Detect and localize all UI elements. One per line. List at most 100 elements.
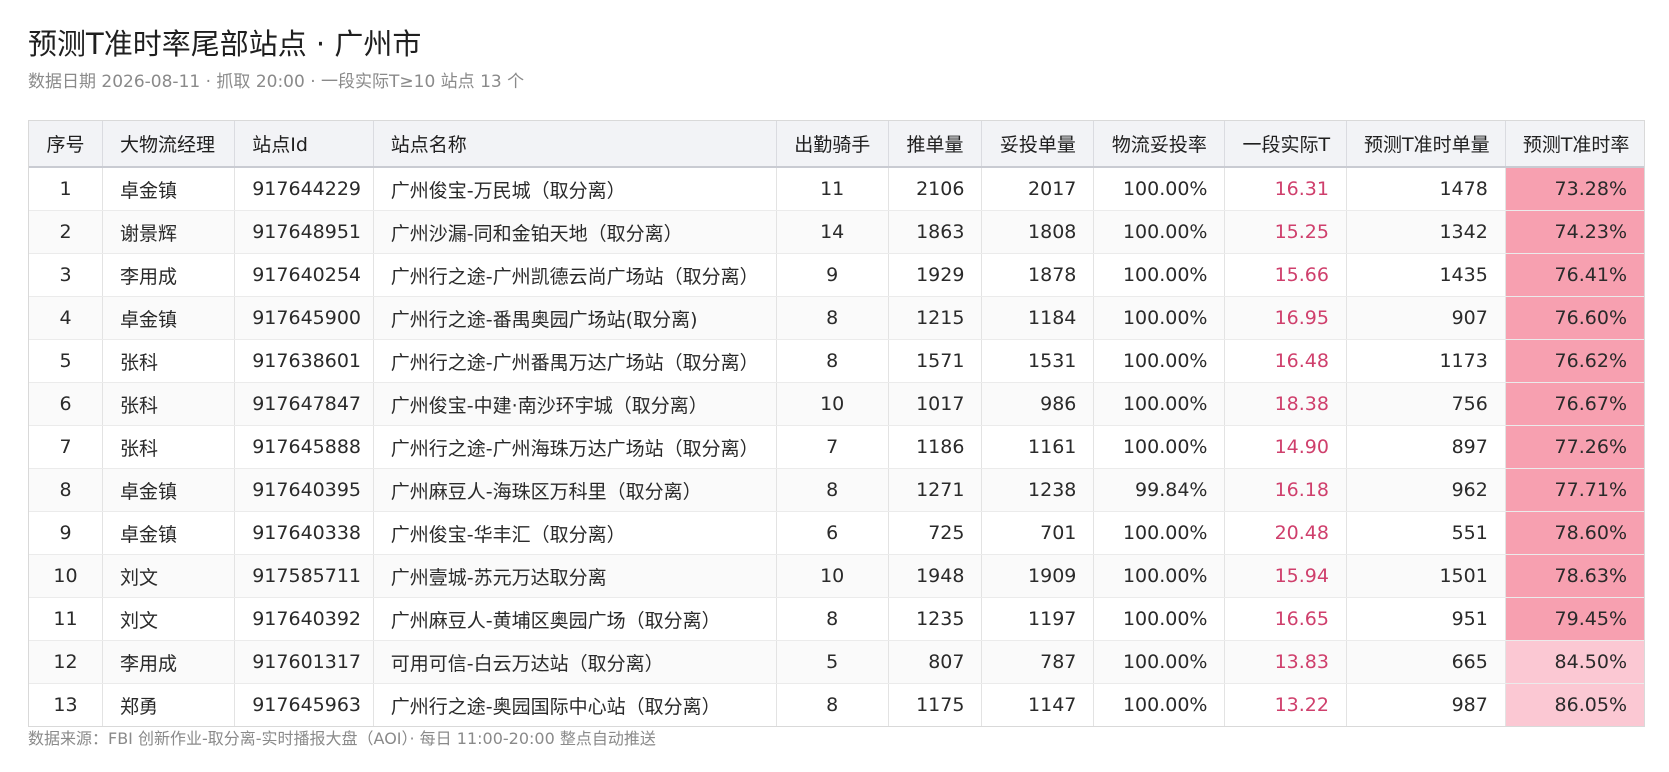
column-header-delivered-orders[interactable]: 妥投单量 bbox=[981, 121, 1095, 168]
table-row[interactable]: 13 郑勇 917645963 广州行之途-奥园国际中心站（取分离） 8 1175 1147… bbox=[29, 683, 1644, 726]
cell-riders: 8 bbox=[776, 468, 889, 512]
table-row[interactable]: 1 卓金镇 917644229 广州俊宝-万民城（取分离） 11 2106 2017 100.… bbox=[29, 167, 1644, 211]
cell-index: 1 bbox=[29, 167, 104, 211]
column-header-push-orders[interactable]: 推单量 bbox=[888, 121, 983, 168]
cell-riders: 9 bbox=[776, 253, 889, 297]
column-header-station-id[interactable]: 站点Id bbox=[234, 121, 374, 168]
cell-index: 7 bbox=[29, 425, 104, 469]
cell-station-name: 广州俊宝-中建·南沙环宇城（取分离） bbox=[373, 382, 777, 426]
cell-ontime-orders: 987 bbox=[1346, 683, 1506, 726]
cell-station-id: 917648951 bbox=[234, 210, 374, 254]
cell-station-id: 917640254 bbox=[234, 253, 374, 297]
cell-manager: 张科 bbox=[102, 339, 236, 383]
cell-push-orders: 1571 bbox=[888, 339, 983, 383]
cell-delivery-rate: 100.00% bbox=[1093, 683, 1226, 726]
cell-riders: 14 bbox=[776, 210, 889, 254]
cell-manager: 郑勇 bbox=[102, 683, 236, 726]
table-row[interactable]: 12 李用成 917601317 可用可信-白云万达站（取分离） 5 807 787 100.… bbox=[29, 640, 1644, 684]
cell-ontime-orders: 551 bbox=[1346, 511, 1506, 555]
column-header-station-name[interactable]: 站点名称 bbox=[373, 121, 777, 168]
cell-station-id: 917638601 bbox=[234, 339, 374, 383]
cell-delivered-orders: 787 bbox=[981, 640, 1095, 684]
table-row[interactable]: 5 张科 917638601 广州行之途-广州番禺万达广场站（取分离） 8 1571 153… bbox=[29, 339, 1644, 383]
cell-actual-t: 15.66 bbox=[1224, 253, 1347, 297]
table-row[interactable]: 7 张科 917645888 广州行之途-广州海珠万达广场站（取分离） 7 1186 116… bbox=[29, 425, 1644, 469]
station-table: 序号 大物流经理 站点Id 站点名称 出勤骑手 推单量 妥投单量 物流妥投率 一… bbox=[29, 121, 1644, 726]
cell-delivery-rate: 100.00% bbox=[1093, 554, 1226, 598]
cell-actual-t: 16.18 bbox=[1224, 468, 1347, 512]
cell-push-orders: 1863 bbox=[888, 210, 983, 254]
table-row[interactable]: 10 刘文 917585711 广州壹城-苏元万达取分离 10 1948 1909 100.0… bbox=[29, 554, 1644, 598]
cell-index: 3 bbox=[29, 253, 104, 297]
cell-station-id: 917640338 bbox=[234, 511, 374, 555]
cell-manager: 卓金镇 bbox=[102, 296, 236, 340]
cell-station-name: 广州俊宝-华丰汇（取分离） bbox=[373, 511, 777, 555]
cell-actual-t: 15.94 bbox=[1224, 554, 1347, 598]
column-header-ontime-rate[interactable]: 预测T准时率 bbox=[1505, 121, 1644, 168]
cell-ontime-orders: 1342 bbox=[1346, 210, 1506, 254]
cell-delivered-orders: 1238 bbox=[981, 468, 1095, 512]
cell-station-name: 广州俊宝-万民城（取分离） bbox=[373, 167, 777, 211]
cell-ontime-orders: 1478 bbox=[1346, 167, 1506, 211]
cell-push-orders: 1215 bbox=[888, 296, 983, 340]
column-header-actual-t[interactable]: 一段实际T bbox=[1224, 121, 1347, 168]
cell-push-orders: 1948 bbox=[888, 554, 983, 598]
column-header-ontime-orders[interactable]: 预测T准时单量 bbox=[1346, 121, 1506, 168]
table-row[interactable]: 9 卓金镇 917640338 广州俊宝-华丰汇（取分离） 6 725 701 100.00%… bbox=[29, 511, 1644, 555]
cell-ontime-rate: 78.63% bbox=[1505, 554, 1644, 598]
cell-actual-t: 14.90 bbox=[1224, 425, 1347, 469]
cell-index: 8 bbox=[29, 468, 104, 512]
column-header-index[interactable]: 序号 bbox=[29, 121, 104, 168]
cell-index: 4 bbox=[29, 296, 104, 340]
cell-station-id: 917647847 bbox=[234, 382, 374, 426]
table-row[interactable]: 3 李用成 917640254 广州行之途-广州凯德云尚广场站（取分离） 9 1929 18… bbox=[29, 253, 1644, 297]
cell-station-id: 917640395 bbox=[234, 468, 374, 512]
cell-manager: 谢景辉 bbox=[102, 210, 236, 254]
cell-delivered-orders: 986 bbox=[981, 382, 1095, 426]
cell-station-name: 广州行之途-广州番禺万达广场站（取分离） bbox=[373, 339, 777, 383]
cell-ontime-rate: 79.45% bbox=[1505, 597, 1644, 641]
cell-delivery-rate: 100.00% bbox=[1093, 296, 1226, 340]
cell-delivered-orders: 1184 bbox=[981, 296, 1095, 340]
column-header-delivery-rate[interactable]: 物流妥投率 bbox=[1093, 121, 1226, 168]
cell-ontime-rate: 76.67% bbox=[1505, 382, 1644, 426]
page-subtitle: 数据日期 2026-08-11 · 抓取 20:00 · 一段实际T≥10 站点… bbox=[28, 72, 525, 92]
cell-station-id: 917645900 bbox=[234, 296, 374, 340]
cell-ontime-orders: 951 bbox=[1346, 597, 1506, 641]
cell-delivered-orders: 1909 bbox=[981, 554, 1095, 598]
cell-ontime-rate: 73.28% bbox=[1505, 167, 1644, 211]
cell-delivered-orders: 1878 bbox=[981, 253, 1095, 297]
cell-push-orders: 1235 bbox=[888, 597, 983, 641]
cell-manager: 卓金镇 bbox=[102, 511, 236, 555]
table-row[interactable]: 6 张科 917647847 广州俊宝-中建·南沙环宇城（取分离） 10 1017 986 1… bbox=[29, 382, 1644, 426]
cell-push-orders: 1271 bbox=[888, 468, 983, 512]
cell-riders: 11 bbox=[776, 167, 889, 211]
cell-station-name: 广州行之途-广州海珠万达广场站（取分离） bbox=[373, 425, 777, 469]
column-header-manager[interactable]: 大物流经理 bbox=[102, 121, 236, 168]
table-row[interactable]: 2 谢景辉 917648951 广州沙漏-同和金铂天地（取分离） 14 1863 1808 1… bbox=[29, 210, 1644, 254]
cell-push-orders: 1929 bbox=[888, 253, 983, 297]
table-row[interactable]: 11 刘文 917640392 广州麻豆人-黄埔区奥园广场（取分离） 8 1235 1197… bbox=[29, 597, 1644, 641]
table-row[interactable]: 4 卓金镇 917645900 广州行之途-番禺奥园广场站(取分离) 8 1215 1184… bbox=[29, 296, 1644, 340]
table-row[interactable]: 8 卓金镇 917640395 广州麻豆人-海珠区万科里（取分离） 8 1271 1238 9… bbox=[29, 468, 1644, 512]
cell-station-name: 广州麻豆人-海珠区万科里（取分离） bbox=[373, 468, 777, 512]
cell-push-orders: 1186 bbox=[888, 425, 983, 469]
cell-ontime-rate: 84.50% bbox=[1505, 640, 1644, 684]
cell-delivery-rate: 100.00% bbox=[1093, 253, 1226, 297]
cell-push-orders: 1175 bbox=[888, 683, 983, 726]
cell-delivery-rate: 100.00% bbox=[1093, 640, 1226, 684]
cell-ontime-orders: 962 bbox=[1346, 468, 1506, 512]
cell-station-id: 917601317 bbox=[234, 640, 374, 684]
cell-station-name: 可用可信-白云万达站（取分离） bbox=[373, 640, 777, 684]
cell-delivery-rate: 100.00% bbox=[1093, 425, 1226, 469]
cell-index: 11 bbox=[29, 597, 104, 641]
column-header-riders[interactable]: 出勤骑手 bbox=[776, 121, 889, 168]
cell-station-id: 917644229 bbox=[234, 167, 374, 211]
cell-manager: 李用成 bbox=[102, 640, 236, 684]
cell-push-orders: 807 bbox=[888, 640, 983, 684]
cell-ontime-rate: 78.60% bbox=[1505, 511, 1644, 555]
cell-index: 10 bbox=[29, 554, 104, 598]
cell-station-name: 广州沙漏-同和金铂天地（取分离） bbox=[373, 210, 777, 254]
cell-actual-t: 13.83 bbox=[1224, 640, 1347, 684]
cell-index: 9 bbox=[29, 511, 104, 555]
